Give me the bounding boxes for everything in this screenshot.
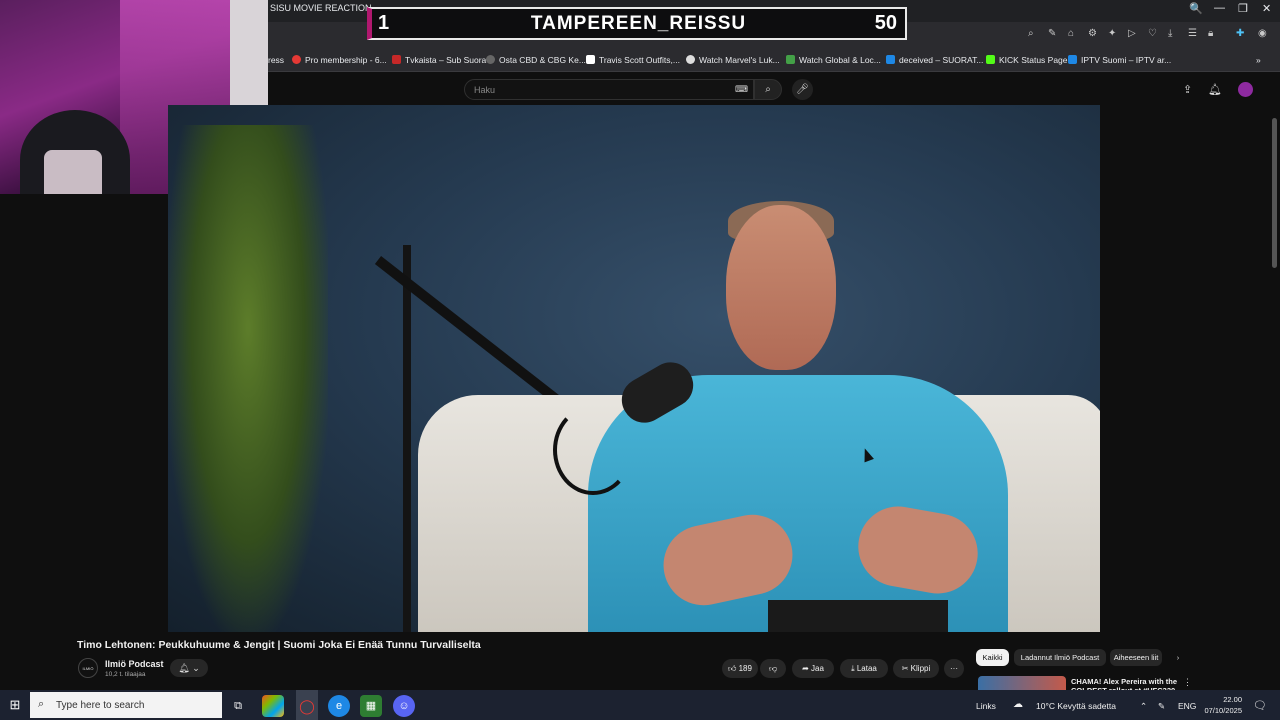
upload-icon[interactable]: ⇪: [1183, 83, 1192, 96]
mic-icon: 🎤︎: [796, 84, 809, 95]
channel-avatar[interactable]: ILMIÖ: [78, 658, 98, 678]
search-icon: ⌕: [765, 84, 771, 95]
menu-icon[interactable]: ☰: [1188, 28, 1197, 39]
edge-browser-icon[interactable]: e: [328, 695, 350, 717]
recommended-video-title[interactable]: CHAMA! Alex Pereira with the COLDEST rol…: [1071, 677, 1191, 690]
keyboard-icon[interactable]: ⌨: [735, 84, 748, 95]
discord-icon[interactable]: ☺: [393, 695, 415, 717]
edit-icon[interactable]: ✎: [1048, 28, 1056, 39]
subscription-bell-button[interactable]: 🔔︎ ⌄: [170, 659, 208, 677]
share-button[interactable]: ➦ Jaa: [792, 659, 834, 678]
extension-icon[interactable]: ✦: [1108, 28, 1116, 39]
tray-chevron-icon[interactable]: ⌃: [1140, 701, 1147, 712]
counter-right-number: 50: [874, 12, 897, 34]
minimize-button[interactable]: —: [1214, 2, 1225, 14]
notification-center-icon[interactable]: 🗨︎: [1253, 699, 1267, 712]
bookmark-item[interactable]: Pro membership - 6...: [292, 55, 387, 65]
bookmark-item[interactable]: Tvkaista – Sub Suora: [392, 55, 486, 65]
task-view-icon[interactable]: ⧉: [227, 695, 249, 717]
bookmark-item[interactable]: deceived – SUORAT...: [886, 55, 983, 65]
pen-icon[interactable]: ✎: [1158, 701, 1165, 712]
stream-counter-overlay: 1 TAMPEREEN_REISSU 50: [367, 7, 907, 40]
home-icon[interactable]: ⌂: [1068, 28, 1074, 39]
bookmark-item[interactable]: IPTV Suomi – IPTV ar...: [1068, 55, 1171, 65]
download-button[interactable]: ⤓ Lataa: [840, 659, 888, 678]
search-button[interactable]: ⌕: [754, 79, 782, 100]
weather-cloud-icon: ☁: [1013, 699, 1023, 710]
like-button[interactable]: 👍︎ 189: [722, 659, 758, 678]
clock-date: 07/10/2025: [1204, 706, 1242, 715]
dislike-button[interactable]: 👎︎: [760, 659, 786, 678]
restore-button[interactable]: ❐: [1238, 2, 1248, 15]
weather-text[interactable]: 10°C Kevyttä sadetta: [1036, 701, 1116, 711]
bookmark-item[interactable]: KICK Status Page: [986, 55, 1068, 65]
start-button[interactable]: ⊞: [0, 690, 30, 720]
lock-icon[interactable]: 🔒︎: [1208, 28, 1213, 39]
video-player[interactable]: [168, 105, 1100, 632]
channel-name[interactable]: Ilmiö Podcast: [105, 659, 164, 669]
search-icon: ⌕: [38, 698, 45, 710]
bookmark-item[interactable]: Travis Scott Outfits,...: [586, 55, 680, 65]
vpn-icon[interactable]: ✚: [1236, 28, 1244, 39]
subscriber-count: 10,2 t. tilaajaa: [105, 671, 146, 678]
dislike-icon: 👎︎: [768, 664, 778, 673]
download-icon[interactable]: ⤓: [1168, 28, 1172, 39]
store-app-icon[interactable]: [262, 695, 284, 717]
recommended-video-thumbnail[interactable]: [978, 676, 1066, 690]
search-placeholder: Haku: [474, 85, 496, 95]
windows-logo-icon: ⊞: [9, 697, 21, 712]
search-icon[interactable]: 🔍: [1189, 2, 1203, 15]
profile-icon[interactable]: ◉: [1258, 28, 1267, 39]
notifications-bell-icon[interactable]: 🔔︎: [1208, 83, 1222, 96]
bookmark-item[interactable]: Watch Marvel's Luk...: [686, 55, 780, 65]
chip-related[interactable]: Aiheeseen liit: [1110, 649, 1162, 666]
search-input[interactable]: [464, 79, 754, 100]
counter-title: TAMPEREEN_REISSU: [530, 13, 747, 34]
bookmark-item[interactable]: ress: [268, 55, 284, 65]
chip-from-channel[interactable]: Ladannut Ilmiö Podcast: [1014, 649, 1106, 666]
clock[interactable]: 22.00 07/10/2025: [1200, 694, 1242, 716]
screen: SISU MOVIE REACTION – 🔍 — ❐ ✕ ⌕ ✎ ⌂ ⚙ ✦ …: [0, 0, 1280, 720]
clip-button[interactable]: ✂ Klippi: [893, 659, 939, 678]
taskbar-search-placeholder: Type here to search: [56, 700, 145, 711]
spreadsheet-app-icon[interactable]: ▦: [360, 695, 382, 717]
account-avatar[interactable]: [1238, 82, 1253, 97]
more-bookmarks-icon[interactable]: »: [1256, 55, 1261, 65]
clock-time: 22.00: [1223, 695, 1242, 704]
opera-browser-icon[interactable]: ◯: [296, 695, 318, 717]
tray-links[interactable]: Links: [976, 701, 996, 711]
voice-search-button[interactable]: 🎤︎: [792, 79, 813, 100]
browser-tab[interactable]: SISU MOVIE REACTION –: [270, 3, 379, 13]
zoom-icon[interactable]: ⌕: [1028, 28, 1034, 39]
more-actions-button[interactable]: ···: [944, 659, 964, 678]
like-count: 189: [738, 664, 752, 673]
chevron-right-icon[interactable]: ›: [1172, 649, 1184, 666]
chip-all[interactable]: Kaikki: [976, 649, 1009, 666]
bookmark-item[interactable]: Osta CBD & CBG Ke...: [486, 55, 586, 65]
scrollbar-thumb[interactable]: [1272, 118, 1277, 268]
bookmark-item[interactable]: Watch Global & Loc...: [786, 55, 881, 65]
close-button[interactable]: ✕: [1262, 2, 1271, 15]
settings-icon[interactable]: ⚙: [1088, 28, 1097, 39]
play-icon[interactable]: ▷: [1128, 28, 1136, 39]
plant-decoration: [168, 125, 328, 632]
heart-icon[interactable]: ♡: [1148, 28, 1157, 39]
language-indicator[interactable]: ENG: [1178, 701, 1196, 711]
more-options-icon[interactable]: ⋮: [1183, 677, 1192, 688]
video-title: Timo Lehtonen: Peukkuhuume & Jengit | Su…: [77, 639, 481, 651]
